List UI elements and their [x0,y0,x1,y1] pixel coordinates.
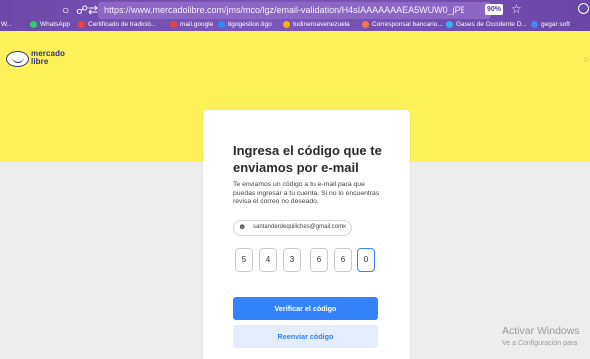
code-digit-6[interactable]: 0 [357,248,375,272]
bookmarks-bar: W... WhatsApp Certificado de tradició...… [0,20,590,31]
code-digit-5[interactable]: 6 [334,248,352,272]
bookmark-icon [283,21,290,28]
bookmark-item-corresponsal[interactable]: Corresponsal bancario... [362,21,443,28]
bookmark-item-gegar[interactable]: gegar soft [531,21,570,28]
windows-activation-subtitle: Ve a Configuración para [502,340,578,347]
code-digit-1[interactable]: 5 [235,248,253,272]
user-icon: ☻ [238,222,247,231]
logo-text-line2: libre [31,57,49,66]
permissions-icon[interactable]: ⇄ [88,4,98,16]
bookmark-label: Gases de Occidente D... [456,21,527,28]
extension-icon[interactable] [578,3,589,14]
bookmark-item-gases[interactable]: Gases de Occidente D... [446,21,527,28]
bookmark-icon [78,21,85,28]
whatsapp-icon [30,21,37,28]
instructions-text: Te enviamos un código a tu e-mail para q… [233,181,380,206]
verification-card: Ingresa el código que te enviamos por e-… [203,110,410,359]
bookmark-label: gegar soft [541,21,570,28]
browser-chrome: ○ ☍ ⇄ https://www.mercadolibre.com/jms/m… [0,0,590,31]
bookmark-label: Corresponsal bancario... [372,21,443,28]
bookmark-label: tudineroavenezuela [293,21,350,28]
url-text: https://www.mercadolibre.com/jms/mco/lgz… [104,5,464,15]
bookmark-label: W... [1,21,13,28]
verify-code-button[interactable]: Verificar el código [233,297,378,320]
windows-activation-title: Activar Windows [502,325,580,337]
url-bar[interactable]: https://www.mercadolibre.com/jms/mco/lgz… [98,2,491,19]
bookmark-label: WhatsApp [40,21,70,28]
bookmark-star-icon[interactable]: ☆ [511,2,522,16]
mail-icon [170,21,177,28]
bookmark-label: Certificado de tradició... [88,21,157,28]
bookmark-item-certificado[interactable]: Certificado de tradició... [78,21,156,28]
bookmark-label: tigogestion.tigo [228,21,272,28]
bookmark-icon [362,21,369,28]
bookmark-item[interactable]: W... [1,21,12,28]
code-digit-2[interactable]: 4 [259,248,277,272]
google-icon [531,21,538,28]
zoom-level-badge[interactable]: 90% [485,4,503,15]
page-title: Ingresa el código que te enviamos por e-… [233,143,382,175]
bookmark-icon [446,21,453,28]
code-digit-3[interactable]: 3 [283,248,301,272]
address-row: ○ ☍ ⇄ https://www.mercadolibre.com/jms/m… [0,0,590,21]
code-digit-4[interactable]: 6 [310,248,328,272]
bookmark-item-whatsapp[interactable]: WhatsApp [30,21,70,28]
bookmark-item-tigo[interactable]: tigogestion.tigo [218,21,272,28]
bookmark-icon [218,21,225,28]
bookmark-item-mail[interactable]: mail.google [170,21,213,28]
lock-icon[interactable]: ☍ [76,4,88,16]
close-icon[interactable]: × [342,222,347,231]
email-chip[interactable]: ☻ santanderdequiliches@gmail.com × [233,220,352,236]
bookmark-label: mail.google [180,21,214,28]
shield-icon[interactable]: ○ [62,4,69,16]
bookmark-item-tudinero[interactable]: tudineroavenezuela [283,21,350,28]
handshake-icon [6,51,29,67]
email-address: santanderdequiliches@gmail.com [253,224,344,230]
resend-code-button[interactable]: Reenviar código [233,325,378,348]
header-edge-icon[interactable]: ◌ [584,55,589,64]
